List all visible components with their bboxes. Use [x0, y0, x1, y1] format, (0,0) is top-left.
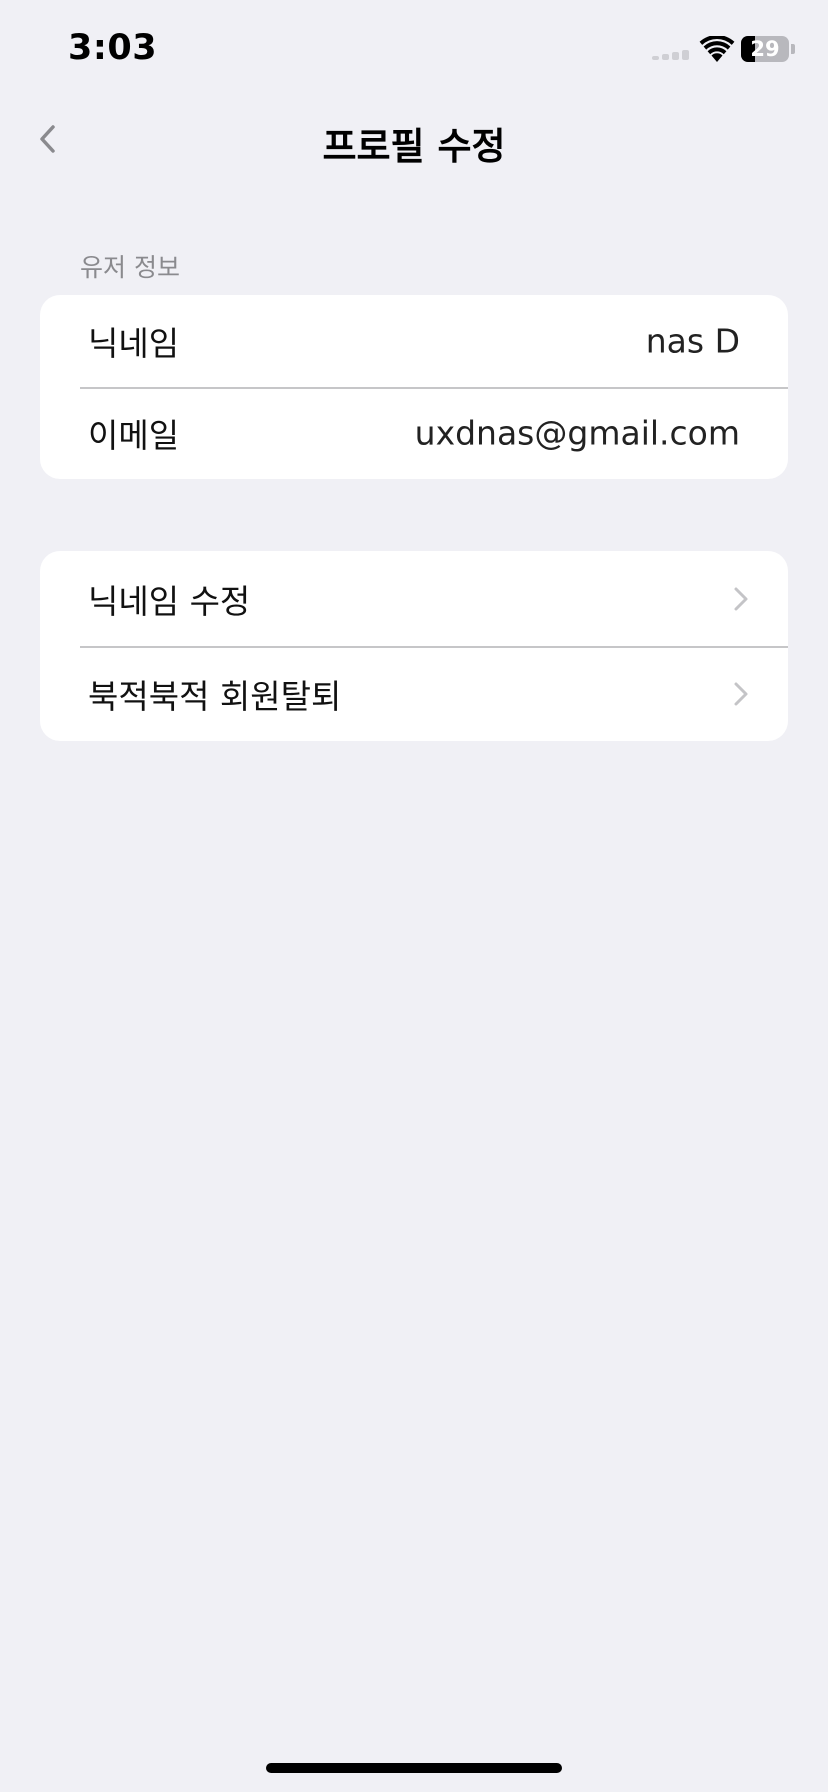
status-bar: 3:03 29	[0, 0, 828, 100]
chevron-right-icon	[734, 587, 748, 610]
page-title: 프로필 수정	[322, 125, 506, 168]
status-time: 3:03	[68, 28, 158, 68]
cellular-signal-icon	[652, 50, 690, 60]
battery-level: 29	[750, 37, 780, 61]
user-info-card: 닉네임 nas D 이메일 uxdnas@gmail.com	[40, 295, 788, 479]
nickname-label: 닉네임	[88, 324, 180, 363]
delete-account-button[interactable]: 북적북적 회원탈퇴	[40, 646, 788, 741]
edit-nickname-label: 닉네임 수정	[88, 581, 251, 621]
battery-icon: 29	[741, 36, 789, 62]
email-value: uxdnas@gmail.com	[414, 413, 740, 453]
email-label: 이메일	[88, 416, 180, 455]
email-row: 이메일 uxdnas@gmail.com	[40, 387, 788, 479]
edit-nickname-button[interactable]: 닉네임 수정	[40, 551, 788, 646]
nickname-row: 닉네임 nas D	[40, 295, 788, 387]
home-indicator[interactable]	[266, 1763, 562, 1773]
user-info-header: 유저 정보	[80, 253, 180, 282]
chevron-right-icon	[734, 682, 748, 705]
wifi-icon	[699, 36, 735, 62]
profile-edit-screen: 3:03 29 프로필 수정 유저 정보 닉네임 nas D 이메일 uxdna…	[0, 0, 828, 1792]
account-actions-card: 닉네임 수정 북적북적 회원탈퇴	[40, 551, 788, 741]
delete-account-label: 북적북적 회원탈퇴	[88, 676, 342, 716]
navigation-bar: 프로필 수정	[0, 100, 828, 180]
nickname-value: nas D	[645, 321, 740, 361]
battery-cap	[791, 44, 795, 54]
